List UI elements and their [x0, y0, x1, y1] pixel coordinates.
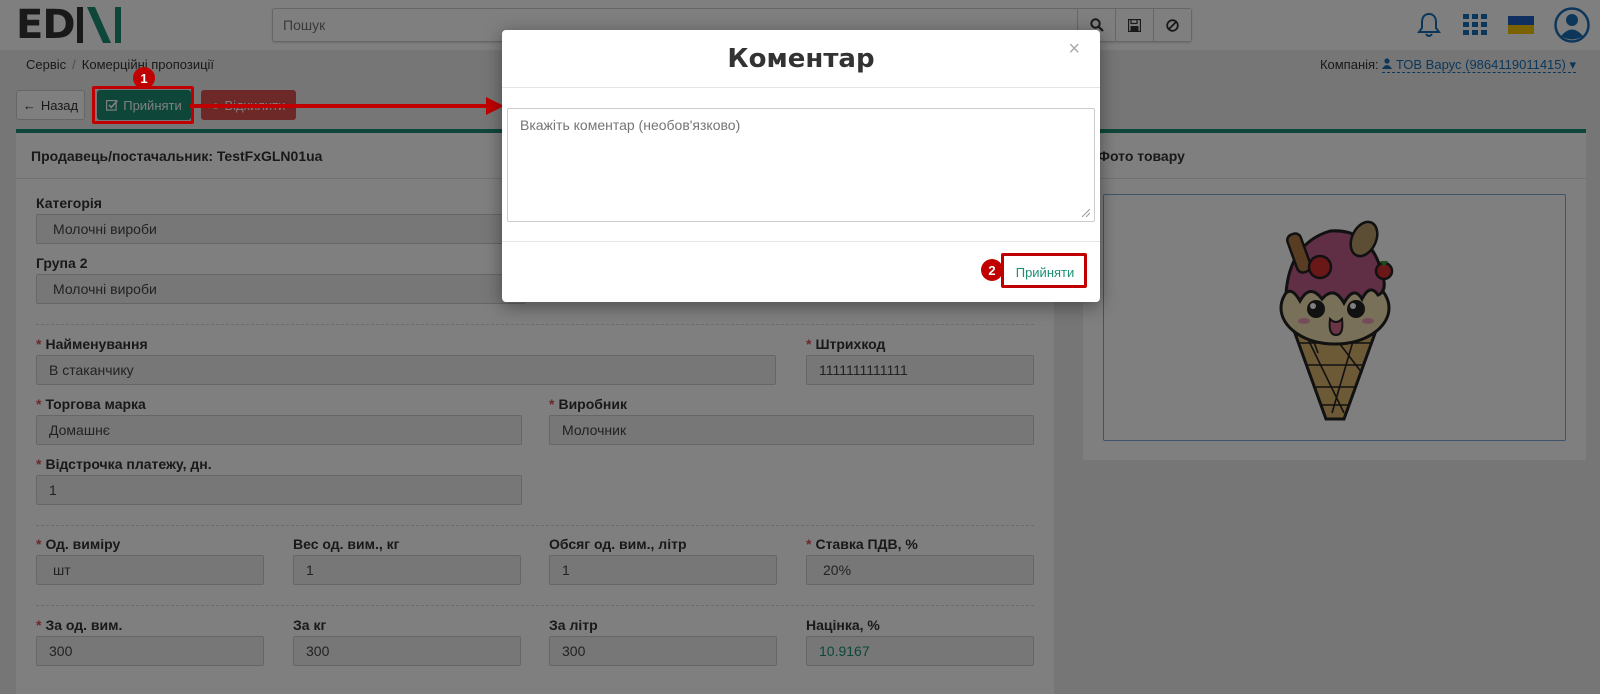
modal-header: Коментар × [502, 30, 1100, 88]
modal-body [502, 88, 1100, 242]
resize-grip-icon[interactable] [1080, 207, 1090, 217]
annotation-badge-1: 1 [133, 67, 155, 89]
annotation-highlight-accept-button [92, 86, 194, 124]
comment-textarea[interactable] [507, 108, 1095, 222]
modal-title: Коментар [727, 43, 875, 74]
annotation-highlight-modal-accept [1001, 253, 1087, 288]
comment-modal: Коментар × Прийняти 2 [502, 30, 1100, 302]
close-icon[interactable]: × [1068, 38, 1080, 61]
annotation-badge-2: 2 [981, 259, 1003, 281]
annotation-arrow-icon [190, 97, 504, 115]
